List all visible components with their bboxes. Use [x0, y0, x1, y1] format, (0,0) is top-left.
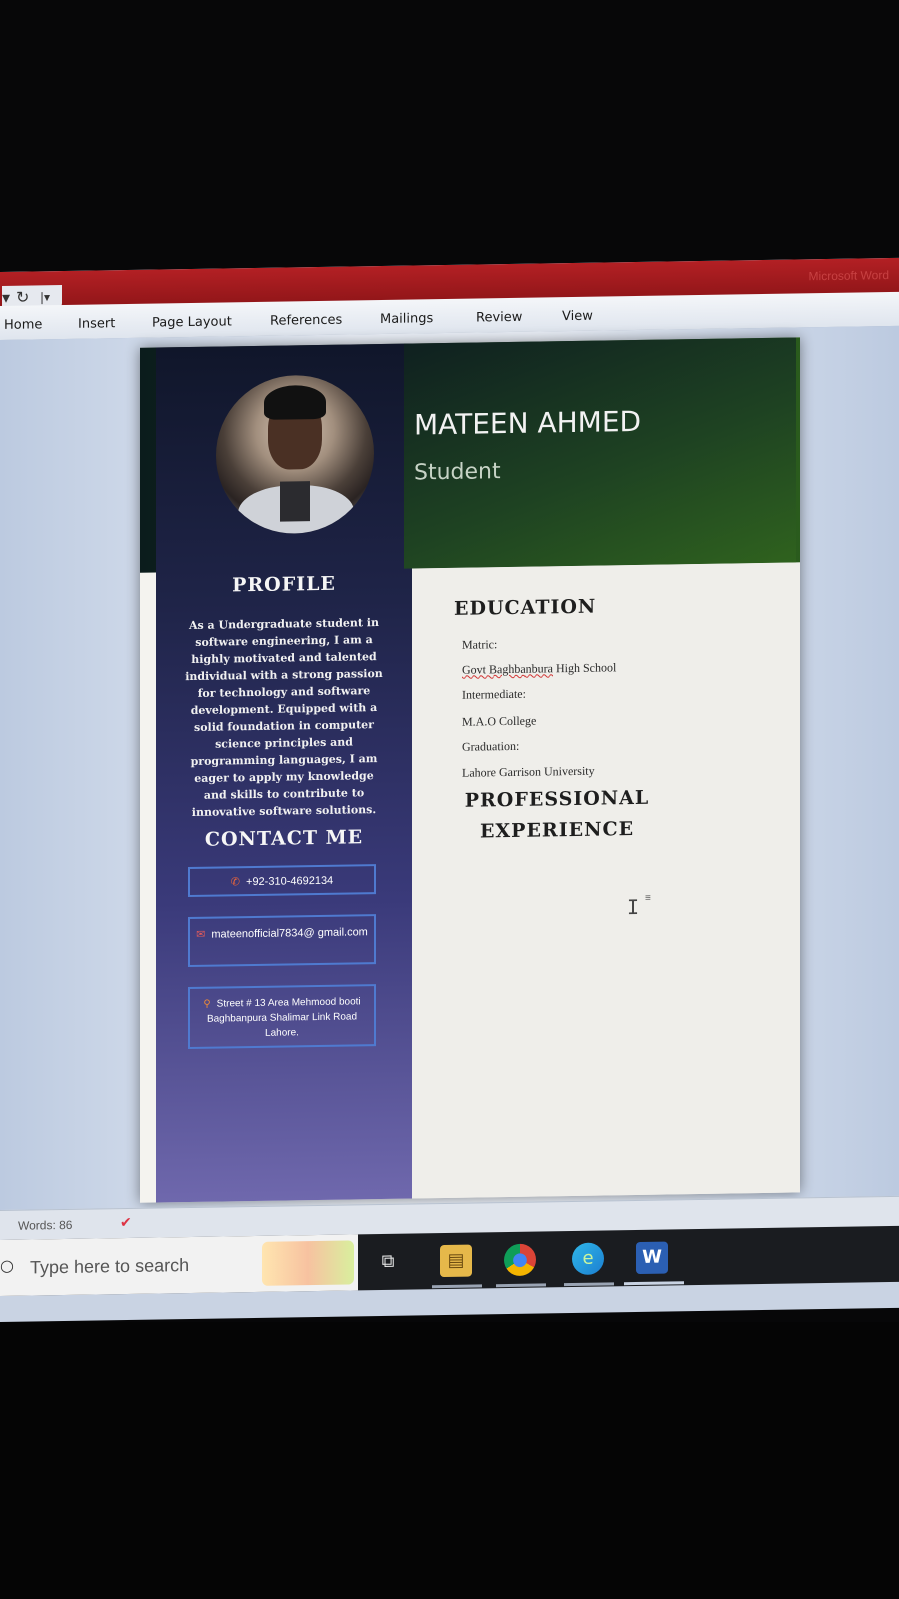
tab-review[interactable]: Review	[476, 310, 522, 326]
matric-school: Govt Baghbanbura High School	[462, 660, 617, 677]
mail-icon: ✉	[196, 927, 206, 941]
intermediate-school: M.A.O College	[462, 713, 537, 729]
graduation-label: Graduation:	[462, 738, 520, 754]
tab-home[interactable]: Home	[4, 317, 42, 333]
email-box: ✉ mateenofficial7834@ gmail.com	[188, 914, 376, 968]
tab-references[interactable]: References	[270, 313, 342, 329]
resume-name: MATEEN AHMED	[414, 404, 642, 442]
paragraph-mark-icon: ≡	[645, 892, 651, 904]
profile-heading: PROFILE	[232, 572, 336, 597]
phone-icon: ✆	[230, 875, 241, 889]
search-placeholder[interactable]: Type here to search	[30, 1255, 189, 1278]
taskbar-search[interactable]: ○ Type here to search	[0, 1234, 358, 1296]
experience-heading: PROFESSIONAL EXPERIENCE	[464, 786, 650, 843]
chrome-running-indicator	[496, 1283, 546, 1288]
tab-page-layout[interactable]: Page Layout	[152, 314, 232, 330]
resume-main: EDUCATION Matric: Govt Baghbanbura High …	[412, 562, 800, 1199]
tab-mailings[interactable]: Mailings	[380, 311, 433, 327]
redo-icon[interactable]: ↻	[16, 288, 29, 307]
address-box: ⚲ Street # 13 Area Mehmood booti Baghbanp…	[188, 984, 376, 1050]
graduation-school: Lahore Garrison University	[462, 763, 595, 780]
edge-running-indicator	[564, 1282, 614, 1287]
explorer-running-indicator	[432, 1284, 482, 1289]
document-area[interactable]: PROFILE As a Undergraduate student in so…	[0, 325, 899, 1210]
resume-role: Student	[414, 459, 501, 486]
dropdown-arrow-icon[interactable]: ▾	[2, 288, 10, 307]
tab-view[interactable]: View	[562, 309, 593, 324]
text-cursor-icon: I	[627, 894, 640, 920]
tab-insert[interactable]: Insert	[78, 316, 115, 332]
chrome-icon[interactable]: ●	[504, 1243, 536, 1277]
monitor-bezel	[0, 1322, 899, 1599]
word-active-indicator	[624, 1281, 684, 1286]
word-count[interactable]: Words: 86	[18, 1218, 72, 1233]
phone-number: +92-310-4692134	[246, 874, 334, 889]
search-icon: ○	[0, 1255, 14, 1275]
document-page[interactable]: PROFILE As a Undergraduate student in so…	[140, 337, 800, 1203]
profile-photo	[216, 374, 374, 535]
edge-icon[interactable]: e	[572, 1242, 604, 1276]
file-explorer-icon[interactable]: ▤	[440, 1244, 472, 1278]
phone-box: ✆ +92-310-4692134	[188, 864, 376, 898]
search-highlight-image	[262, 1240, 354, 1286]
location-pin-icon: ⚲	[203, 998, 211, 1010]
name-header: MATEEN AHMED Student	[404, 337, 796, 569]
address-text: Street # 13 Area Mehmood booti Baghbanpu…	[206, 996, 361, 1039]
task-view-icon[interactable]: ⧉	[372, 1246, 404, 1279]
window-title: Microsoft Word	[808, 268, 889, 284]
email-address: mateenofficial7834@ gmail.com	[211, 926, 368, 941]
matric-label: Matric:	[462, 637, 498, 652]
monitor-screen: ▾ ↻ |▾ Microsoft Word Home Insert Page L…	[0, 257, 899, 1322]
word-icon[interactable]: W	[636, 1241, 668, 1275]
spelling-check-icon[interactable]: ✔	[120, 1214, 132, 1231]
contact-heading: CONTACT ME	[204, 826, 364, 851]
customize-toolbar-icon[interactable]: |▾	[40, 290, 50, 304]
profile-text: As a Undergraduate student in software e…	[185, 616, 383, 819]
intermediate-label: Intermediate:	[462, 686, 526, 702]
education-heading: EDUCATION	[454, 595, 597, 620]
resume-sidebar: PROFILE As a Undergraduate student in so…	[156, 343, 412, 1203]
